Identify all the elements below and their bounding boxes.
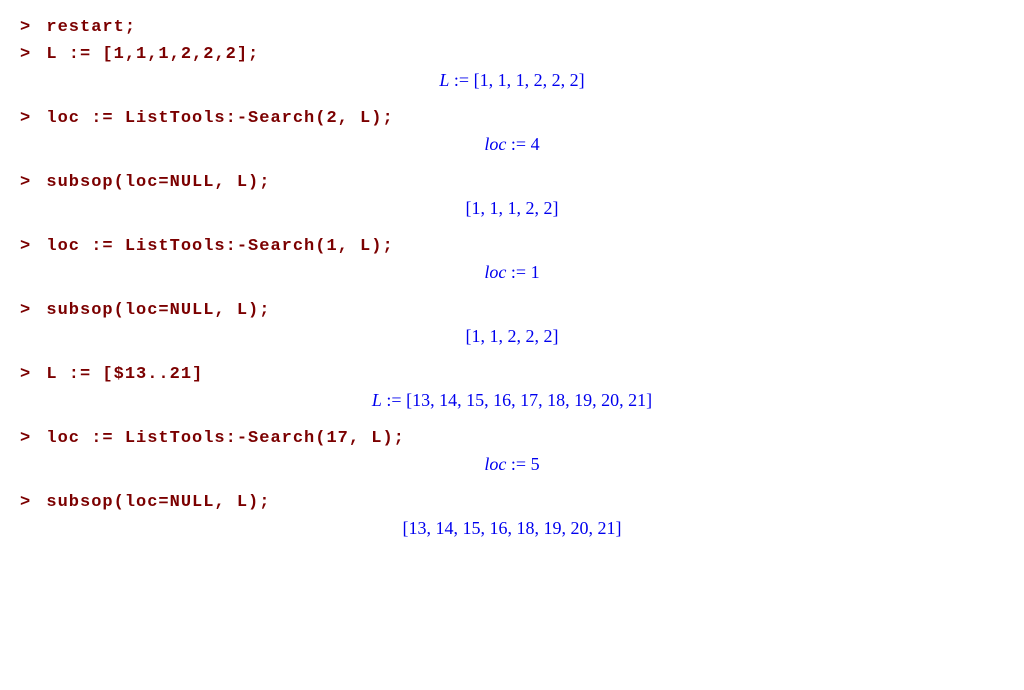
prompt-symbol: > (20, 109, 31, 128)
input-line: > L := [1,1,1,2,2,2]; (20, 45, 1004, 64)
output-lhs: L (372, 390, 382, 410)
input-code: loc := ListTools:-Search(2, L); (35, 109, 393, 128)
input-line: > subsop(loc=NULL, L); (20, 493, 1004, 512)
input-code: restart; (35, 18, 136, 37)
output-lhs: loc (484, 454, 506, 474)
input-line: > L := [$13..21] (20, 365, 1004, 384)
output-rhs: [1, 1, 1, 2, 2, 2] (474, 70, 585, 90)
output-rhs: [13, 14, 15, 16, 18, 19, 20, 21] (403, 518, 622, 538)
output-line: [13, 14, 15, 16, 18, 19, 20, 21] (20, 518, 1004, 539)
output-line: loc := 5 (20, 454, 1004, 475)
input-code: L := [1,1,1,2,2,2]; (35, 45, 259, 64)
prompt-symbol: > (20, 365, 31, 384)
output-rhs: [1, 1, 2, 2, 2] (466, 326, 559, 346)
prompt-symbol: > (20, 301, 31, 320)
input-line: > subsop(loc=NULL, L); (20, 301, 1004, 320)
output-op: := (449, 70, 473, 90)
output-lhs: loc (484, 134, 506, 154)
prompt-symbol: > (20, 493, 31, 512)
output-rhs: 5 (531, 454, 540, 474)
input-code: loc := ListTools:-Search(17, L); (35, 429, 405, 448)
input-line: > subsop(loc=NULL, L); (20, 173, 1004, 192)
input-code: subsop(loc=NULL, L); (35, 301, 270, 320)
prompt-symbol: > (20, 173, 31, 192)
output-lhs: loc (484, 262, 506, 282)
prompt-symbol: > (20, 45, 31, 64)
output-lhs: L (439, 70, 449, 90)
input-line: > restart; (20, 18, 1004, 37)
output-rhs: [13, 14, 15, 16, 17, 18, 19, 20, 21] (406, 390, 652, 410)
output-line: L := [1, 1, 1, 2, 2, 2] (20, 70, 1004, 91)
output-rhs: [1, 1, 1, 2, 2] (466, 198, 559, 218)
input-line: > loc := ListTools:-Search(2, L); (20, 109, 1004, 128)
output-line: L := [13, 14, 15, 16, 17, 18, 19, 20, 21… (20, 390, 1004, 411)
output-op: := (506, 134, 530, 154)
output-line: loc := 4 (20, 134, 1004, 155)
output-rhs: 1 (531, 262, 540, 282)
input-code: subsop(loc=NULL, L); (35, 173, 270, 192)
output-line: loc := 1 (20, 262, 1004, 283)
prompt-symbol: > (20, 237, 31, 256)
output-op: := (382, 390, 406, 410)
prompt-symbol: > (20, 18, 31, 37)
input-code: subsop(loc=NULL, L); (35, 493, 270, 512)
input-line: > loc := ListTools:-Search(1, L); (20, 237, 1004, 256)
output-line: [1, 1, 1, 2, 2] (20, 198, 1004, 219)
output-op: := (506, 454, 530, 474)
prompt-symbol: > (20, 429, 31, 448)
input-code: loc := ListTools:-Search(1, L); (35, 237, 393, 256)
output-rhs: 4 (531, 134, 540, 154)
input-line: > loc := ListTools:-Search(17, L); (20, 429, 1004, 448)
output-op: := (506, 262, 530, 282)
output-line: [1, 1, 2, 2, 2] (20, 326, 1004, 347)
input-code: L := [$13..21] (35, 365, 203, 384)
code-session: > restart;> L := [1,1,1,2,2,2];L := [1, … (20, 18, 1004, 539)
